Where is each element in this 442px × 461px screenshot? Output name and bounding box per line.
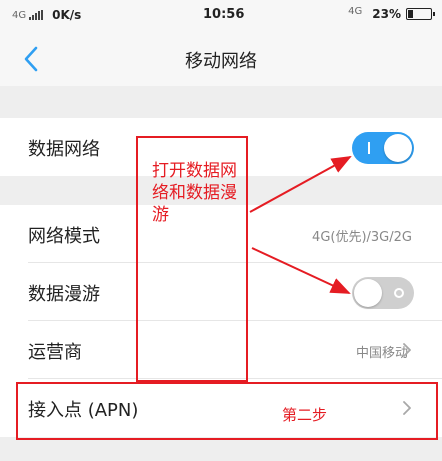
annotation-note-1: 打开数据网络和数据漫游 [152, 161, 237, 225]
annotation-note-2: 第二步 [282, 406, 328, 424]
network-mode-label: 网络模式 [28, 226, 100, 247]
status-left: 4G 0K/s [12, 8, 81, 22]
signal-icon [29, 10, 44, 20]
status-right: 4G 23% [348, 5, 435, 21]
toggle-knob [384, 134, 412, 162]
status-bar: 4G 0K/s 10:56 4G 23% [0, 0, 442, 32]
network-type-label: 4G [12, 9, 27, 21]
page-title: 移动网络 [185, 51, 257, 72]
chevron-right-icon [403, 343, 411, 357]
battery-icon [406, 8, 435, 20]
battery-fill [408, 10, 413, 18]
carrier-value: 中国移动 [355, 346, 408, 361]
network-mode-value: 4G(优先)/3G/2G [312, 230, 412, 245]
data-network-label: 数据网络 [28, 139, 100, 160]
carrier-label: 运营商 [28, 342, 82, 363]
toggle-off-mark [394, 288, 404, 298]
clock: 10:56 [203, 7, 245, 22]
header: 移动网络 [0, 32, 442, 86]
data-network-toggle[interactable] [352, 132, 414, 164]
data-roaming-toggle[interactable] [352, 277, 414, 309]
battery-percent: 23% [372, 7, 401, 21]
toggle-knob [354, 279, 382, 307]
network-type-label-2: 4G [348, 5, 363, 17]
annotation-box-apn [16, 382, 438, 440]
data-roaming-label: 数据漫游 [28, 284, 100, 305]
network-speed: 0K/s [52, 8, 82, 22]
toggle-on-mark [368, 142, 370, 154]
